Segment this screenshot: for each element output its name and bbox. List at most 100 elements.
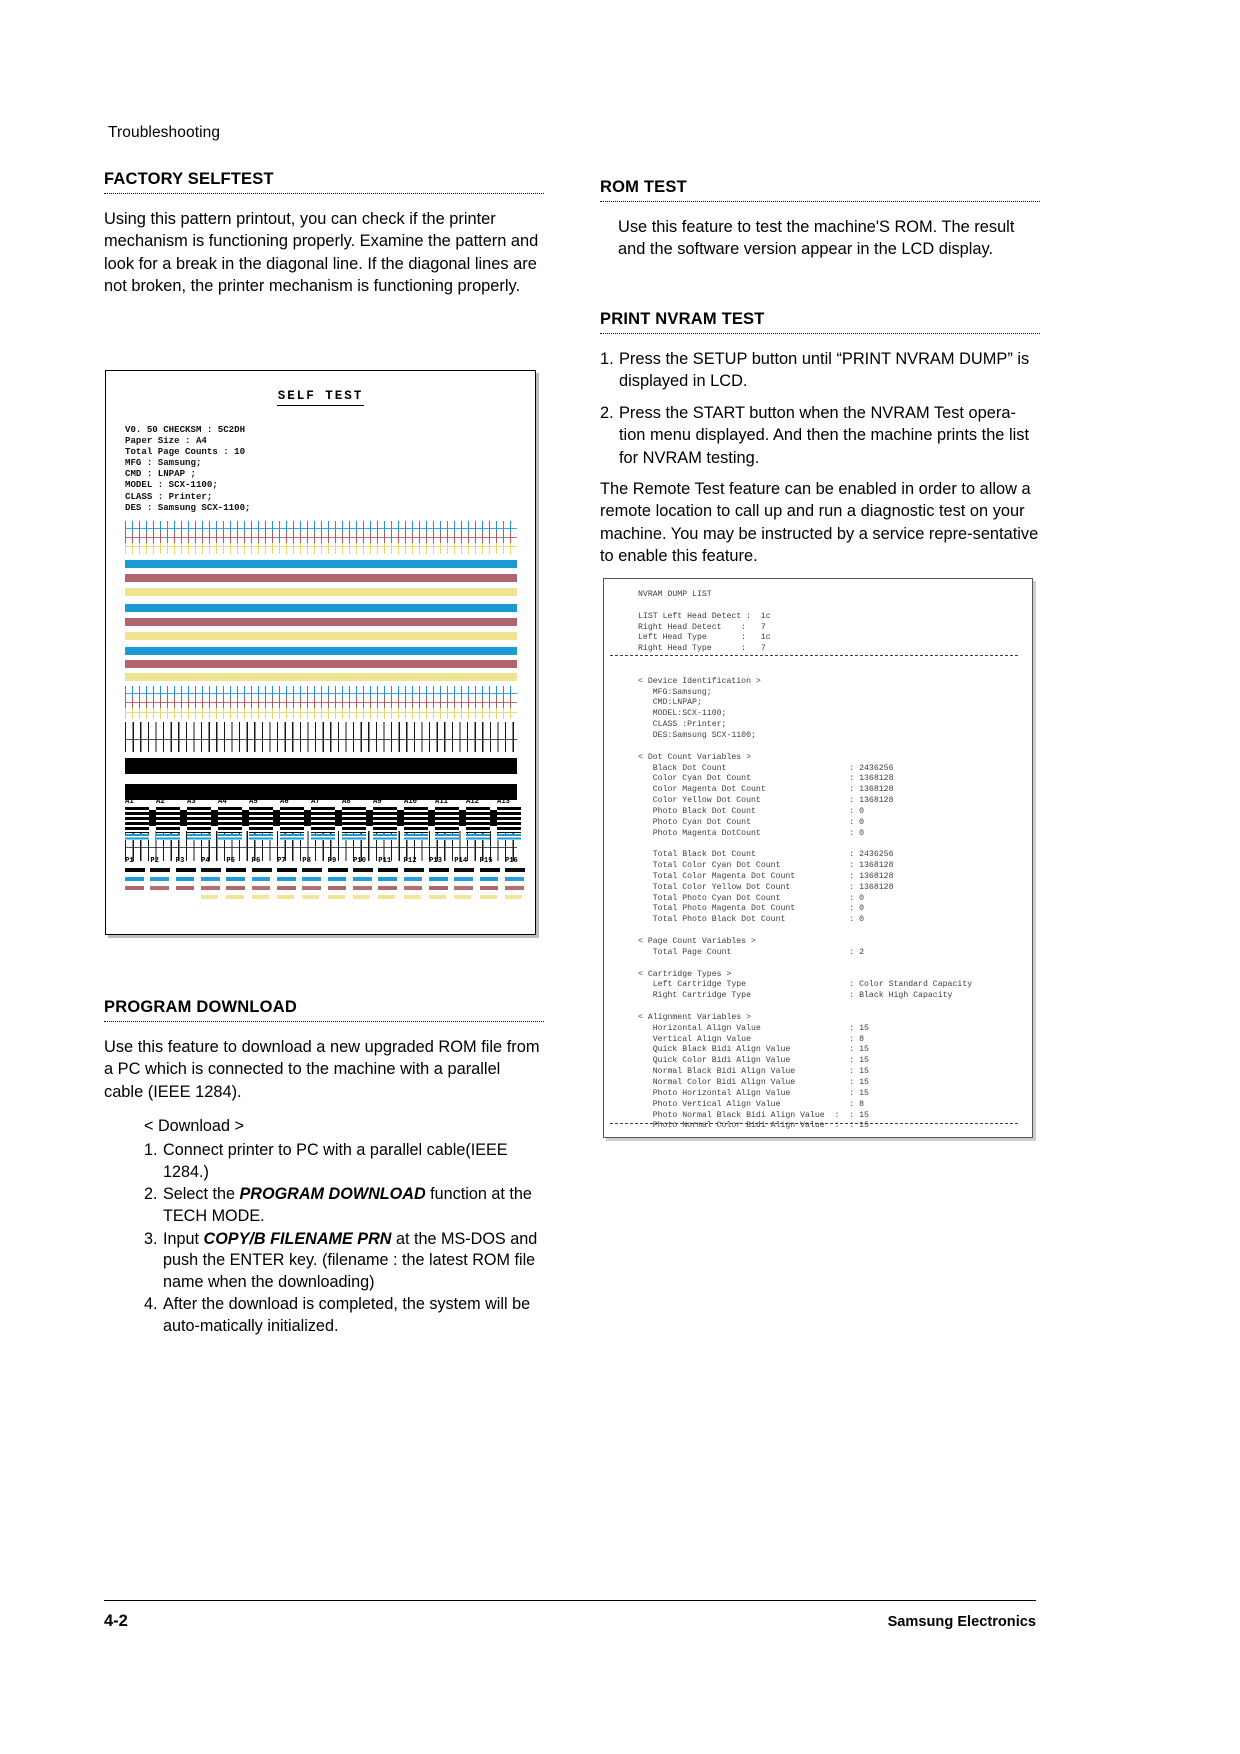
download-steps-list: < Download > 1. Connect printer to PC wit… [144, 1115, 544, 1337]
alignment-patch-black [187, 807, 211, 833]
alignment-patch-cyan [342, 834, 366, 840]
solid-bar-yellow-1 [125, 588, 517, 596]
nozzle-dash [454, 895, 472, 899]
nozzle-dash [125, 877, 144, 881]
footer-divider [104, 1600, 1036, 1601]
nozzle-dash [175, 868, 196, 872]
list-item-number: 2. [144, 1185, 158, 1204]
nozzle-dash [403, 877, 423, 881]
nozzle-dash [125, 886, 144, 890]
list-item: 2. Select the PROGRAM DOWNLOAD function a… [144, 1184, 544, 1227]
heading-rule [104, 1021, 544, 1022]
nozzle-dash [403, 886, 423, 890]
alignment-patch-cyan [497, 834, 521, 840]
nozzle-dash [352, 895, 371, 899]
print-nvram-test-heading: PRINT NVRAM TEST [600, 310, 765, 328]
nozzle-dash [251, 886, 271, 890]
list-item-number: 1. [600, 350, 614, 368]
nozzle-dash [327, 868, 348, 872]
nozzle-pattern-cell: P7 [276, 857, 297, 904]
list-item-text: After the download is completed, the sys… [163, 1294, 544, 1337]
alignment-patch-label: A5 [249, 798, 258, 806]
nozzle-dash [327, 886, 347, 890]
alignment-patch-cyan [218, 834, 242, 840]
list-item-number: 2. [600, 403, 614, 422]
nozzle-dash [428, 886, 448, 890]
comb-pattern-yellow-1 [125, 543, 517, 554]
list-item-text: Input COPY/B FILENAME PRN at the MS-DOS … [163, 1229, 544, 1294]
alignment-patch-label: A11 [435, 798, 448, 806]
nozzle-dash [378, 886, 398, 890]
nozzle-dash [125, 895, 142, 899]
heading-rule [600, 201, 1040, 202]
left-column: FACTORY SELFTEST Using this pattern prin… [104, 170, 544, 310]
nozzle-dash [504, 895, 523, 899]
alignment-patch: A11 [435, 798, 459, 840]
nozzle-pattern-cell: P5 [226, 857, 247, 904]
alignment-patch-label: A9 [373, 798, 382, 806]
alignment-patch-black [249, 807, 273, 833]
solid-bar-yellow-2 [125, 632, 517, 640]
alignment-patch-label: A1 [125, 798, 134, 806]
alignment-patch-row: A1 A2 A3 A4 A5 A6 A7 A8 A9 A10 A11 A12 A13 [125, 798, 521, 840]
alignment-patch-label: A7 [311, 798, 320, 806]
nozzle-pattern-cell: P1 [125, 857, 145, 904]
nozzle-dash [504, 868, 525, 872]
alignment-patch-cyan [125, 834, 149, 840]
nozzle-dash [150, 877, 170, 881]
heading-rule [600, 333, 1040, 334]
list-item: 2. Press the START button when the NVRAM … [600, 402, 1040, 469]
alignment-patch-label: A2 [156, 798, 165, 806]
alignment-patch-label: A10 [404, 798, 417, 806]
nozzle-dash [226, 868, 247, 872]
nozzle-pattern-cell: P10 [352, 857, 373, 904]
nvram-dump-figure: NVRAM DUMP LIST LIST Left Head Detect : … [603, 578, 1033, 1138]
nozzle-dash [454, 877, 474, 881]
nozzle-dash [226, 877, 246, 881]
alignment-patch-black [435, 807, 459, 833]
nozzle-dash [125, 868, 145, 872]
nozzle-dash [352, 868, 373, 872]
download-sub-heading: < Download > [144, 1117, 244, 1136]
alignment-patch: A5 [249, 798, 273, 840]
nozzle-dash [479, 868, 500, 872]
nozzle-dash [454, 886, 474, 890]
self-test-title: SELF TEST [106, 389, 535, 406]
nozzle-pattern-label: P6 [251, 857, 261, 865]
list-item: 1. Connect printer to PC with a parallel … [144, 1140, 544, 1183]
nozzle-dash [150, 895, 167, 899]
comb-pattern-cyan-1 [125, 521, 517, 532]
nozzle-pattern-label: P11 [378, 857, 392, 865]
list-item-text-run: Input [163, 1229, 204, 1248]
list-item-text: Press the START button when the NVRAM Te… [619, 403, 1030, 467]
nozzle-pattern-label: P15 [479, 857, 493, 865]
alignment-patch-cyan [373, 834, 397, 840]
nozzle-pattern-label: P12 [403, 857, 417, 865]
nozzle-pattern-cell: P16 [504, 857, 525, 904]
alignment-patch-black [156, 807, 180, 833]
rom-test-paragraph: Use this feature to test the machine'S R… [618, 218, 1015, 259]
nozzle-dash [302, 877, 322, 881]
alignment-patch-label: A8 [342, 798, 351, 806]
nozzle-dash [378, 895, 396, 899]
nozzle-dash [504, 886, 524, 890]
nozzle-dash [276, 877, 296, 881]
list-item: 3. Input COPY/B FILENAME PRN at the MS-DO… [144, 1229, 544, 1294]
nozzle-pattern-cell: P13 [428, 857, 449, 904]
nozzle-dash [175, 877, 195, 881]
alignment-patch: A4 [218, 798, 242, 840]
right-column: ROM TEST Use this feature to test the ma… [600, 178, 1040, 273]
nozzle-dash [403, 868, 424, 872]
alignment-patch: A8 [342, 798, 366, 840]
alignment-patch-black [280, 807, 304, 833]
list-item: 4. After the download is completed, the s… [144, 1294, 544, 1337]
list-item-number: 3. [144, 1229, 158, 1248]
alignment-patch-black [404, 807, 428, 833]
print-nvram-test-section: PRINT NVRAM TEST 1. Press the SETUP butto… [600, 310, 1040, 580]
footer-page-number: 4-2 [104, 1612, 128, 1630]
solid-bar-cyan-3 [125, 647, 517, 655]
nozzle-pattern-label: P10 [352, 857, 366, 865]
nozzle-dash [302, 886, 322, 890]
alignment-patch: A3 [187, 798, 211, 840]
solid-bar-black-1 [125, 758, 517, 774]
